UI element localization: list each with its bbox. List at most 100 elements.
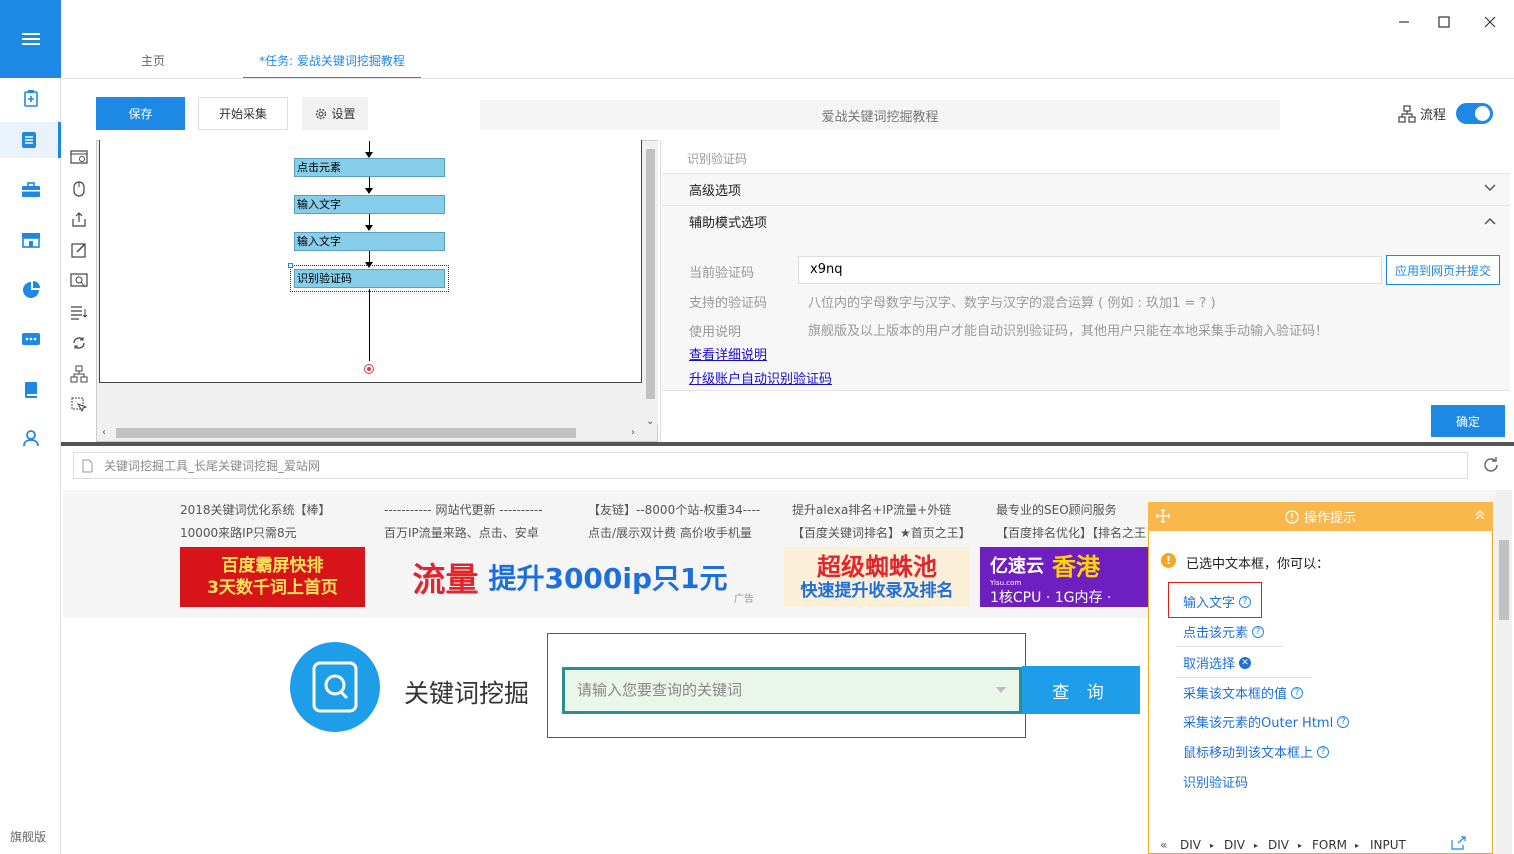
user-icon[interactable]	[0, 420, 61, 456]
store-icon[interactable]	[0, 222, 61, 258]
operation-tips-header[interactable]: 操作提示	[1148, 502, 1493, 531]
toolbox-icon[interactable]	[0, 172, 61, 208]
chart-icon[interactable]	[0, 272, 61, 308]
upgrade-link[interactable]: 升级账户自动识别验证码	[689, 368, 832, 387]
info-icon	[1285, 509, 1299, 524]
action-recognize-captcha[interactable]: 识别验证码	[1183, 772, 1248, 791]
canvas-horizontal-scrollbar[interactable]: ‹ ›	[98, 425, 643, 441]
task-list-icon[interactable]	[0, 122, 61, 158]
export-icon[interactable]	[68, 208, 90, 230]
action-cancel-select[interactable]: 取消选择 ✕	[1183, 653, 1252, 672]
detail-link[interactable]: 查看详细说明	[689, 344, 767, 363]
new-task-icon[interactable]	[0, 80, 61, 116]
flow-toggle[interactable]	[1456, 103, 1493, 124]
warning-icon: !	[1161, 553, 1176, 568]
input-text-icon[interactable]	[68, 239, 90, 261]
flow-label: 流程	[1398, 104, 1446, 123]
close-circle-icon[interactable]: ✕	[1239, 656, 1252, 669]
edition-label: 旗舰版	[10, 830, 47, 844]
expand-icon[interactable]	[1450, 836, 1466, 850]
ad-text-link[interactable]: 点击/展示双计费 高价收手机量	[588, 524, 752, 541]
arrowhead	[365, 225, 373, 231]
action-label: 采集该元素的Outer Html	[1183, 716, 1334, 731]
tab-task[interactable]: *任务: 爱战关键词挖掘教程	[243, 43, 421, 79]
dropdown-arrow-icon[interactable]	[996, 687, 1006, 693]
selection-handle[interactable]	[288, 263, 293, 268]
close-icon[interactable]	[1478, 10, 1502, 34]
refresh-icon[interactable]	[1482, 456, 1500, 474]
ad-text-link[interactable]: 10000来路IP只需8元	[180, 524, 297, 541]
ad-text-link[interactable]: 百万IP流量来路、点击、安卓	[384, 524, 539, 541]
message-icon[interactable]	[0, 322, 61, 358]
apply-submit-button[interactable]: 应用到网页并提交	[1386, 255, 1500, 285]
action-collect-outer-html[interactable]: 采集该元素的Outer Html?	[1183, 712, 1350, 731]
ad-text-link[interactable]: 2018关键词优化系统【棒】	[180, 501, 331, 518]
action-label: 点击该元素	[1183, 626, 1249, 641]
breadcrumb-item[interactable]: FORM	[1312, 838, 1347, 852]
breadcrumb-item[interactable]: DIV	[1180, 838, 1201, 852]
action-label: 取消选择	[1183, 657, 1236, 672]
tab-home[interactable]: 主页	[141, 52, 165, 69]
breadcrumb-item[interactable]: INPUT	[1370, 838, 1406, 852]
help-icon[interactable]: ?	[1239, 595, 1252, 608]
ad-banner-4[interactable]: 亿速云 香港 Yisu.com 1核CPU · 1G内存 ·	[980, 547, 1148, 607]
ad-text-link[interactable]: 提升alexa排名+IP流量+外链	[792, 501, 951, 518]
loop-list-icon[interactable]	[68, 301, 90, 323]
workflow-node[interactable]: 点击元素	[294, 158, 445, 177]
scroll-left-icon[interactable]: ‹	[102, 427, 106, 438]
ad-text-link[interactable]: ----------- 网站代更新 ----------	[384, 501, 543, 518]
breadcrumb-sep: ▸	[1298, 841, 1303, 850]
chevron-down-icon[interactable]	[1484, 184, 1496, 192]
drag-move-icon[interactable]	[1156, 509, 1170, 523]
scroll-right-icon[interactable]: ›	[631, 427, 635, 438]
workflow-node[interactable]: 输入文字	[294, 232, 445, 251]
help-icon[interactable]: ?	[1337, 715, 1350, 728]
task-name-field[interactable]: 爱战关键词挖掘教程	[480, 100, 1280, 130]
breadcrumb-back-icon[interactable]: «	[1160, 838, 1167, 852]
save-button[interactable]: 保存	[96, 97, 185, 130]
keyword-search-input[interactable]: 请输入您要查询的关键词	[562, 667, 1022, 714]
canvas-vertical-scrollbar[interactable]: ⌄	[643, 141, 658, 427]
menu-icon[interactable]	[0, 0, 61, 78]
start-collect-button[interactable]: 开始采集	[198, 97, 288, 130]
url-bar[interactable]: 关键词挖掘工具_长尾关键词挖掘_爱站网	[73, 452, 1468, 479]
help-icon[interactable]: ?	[1317, 745, 1330, 758]
action-collect-value[interactable]: 采集该文本框的值?	[1183, 683, 1304, 702]
assist-options-header[interactable]: 辅助模式选项	[662, 205, 1510, 237]
breadcrumb-item[interactable]: DIV	[1268, 838, 1289, 852]
action-input-text[interactable]: 输入文字?	[1183, 592, 1252, 611]
help-icon[interactable]: ?	[1291, 686, 1304, 699]
book-icon[interactable]	[0, 372, 61, 408]
ad-banner-2[interactable]: 流量 提升3000ip只1元 广告	[384, 547, 756, 607]
scroll-down-icon[interactable]: ⌄	[646, 416, 654, 427]
open-page-icon[interactable]	[68, 146, 90, 168]
action-mouse-hover[interactable]: 鼠标移动到该文本框上?	[1183, 742, 1330, 761]
maximize-icon[interactable]	[1432, 10, 1456, 34]
ad-text-link[interactable]: 【百度排名优化】【排名之王	[996, 524, 1146, 541]
mouse-move-icon[interactable]	[68, 394, 90, 416]
pane-splitter[interactable]	[61, 442, 1514, 446]
captcha-icon[interactable]	[68, 270, 90, 292]
chevron-up-icon[interactable]	[1484, 217, 1496, 225]
query-button[interactable]: 查 询	[1022, 666, 1140, 714]
page-vertical-scrollbar[interactable]	[1496, 490, 1512, 854]
breadcrumb-item[interactable]: DIV	[1224, 838, 1245, 852]
settings-button[interactable]: 设置	[302, 97, 368, 130]
ad-text-link[interactable]: 【百度关键词排名】★首页之王】	[792, 524, 971, 541]
click-element-icon[interactable]	[68, 177, 90, 199]
collapse-icon[interactable]	[1475, 510, 1485, 520]
ad-text-link[interactable]: 【友链】--8000个站-权重34----	[588, 501, 760, 518]
loop-icon[interactable]	[68, 332, 90, 354]
condition-icon[interactable]	[68, 363, 90, 385]
advanced-options-header[interactable]: 高级选项	[662, 173, 1510, 205]
ad-text-link[interactable]: 最专业的SEO顾问服务	[996, 501, 1117, 518]
help-icon[interactable]: ?	[1252, 625, 1265, 638]
workflow-node[interactable]: 输入文字	[294, 195, 445, 214]
ad-banner-1[interactable]: 百度霸屏快排 3天数千词上首页	[180, 547, 365, 607]
ok-button[interactable]: 确定	[1431, 405, 1505, 437]
action-click-element[interactable]: 点击该元素?	[1183, 622, 1265, 641]
workflow-node-selected[interactable]: 识别验证码	[294, 269, 445, 288]
minimize-icon[interactable]	[1392, 10, 1416, 34]
current-code-input[interactable]: x9nq	[798, 256, 1382, 284]
ad-banner-3[interactable]: 超级蜘蛛池 快速提升收录及排名	[784, 547, 970, 607]
